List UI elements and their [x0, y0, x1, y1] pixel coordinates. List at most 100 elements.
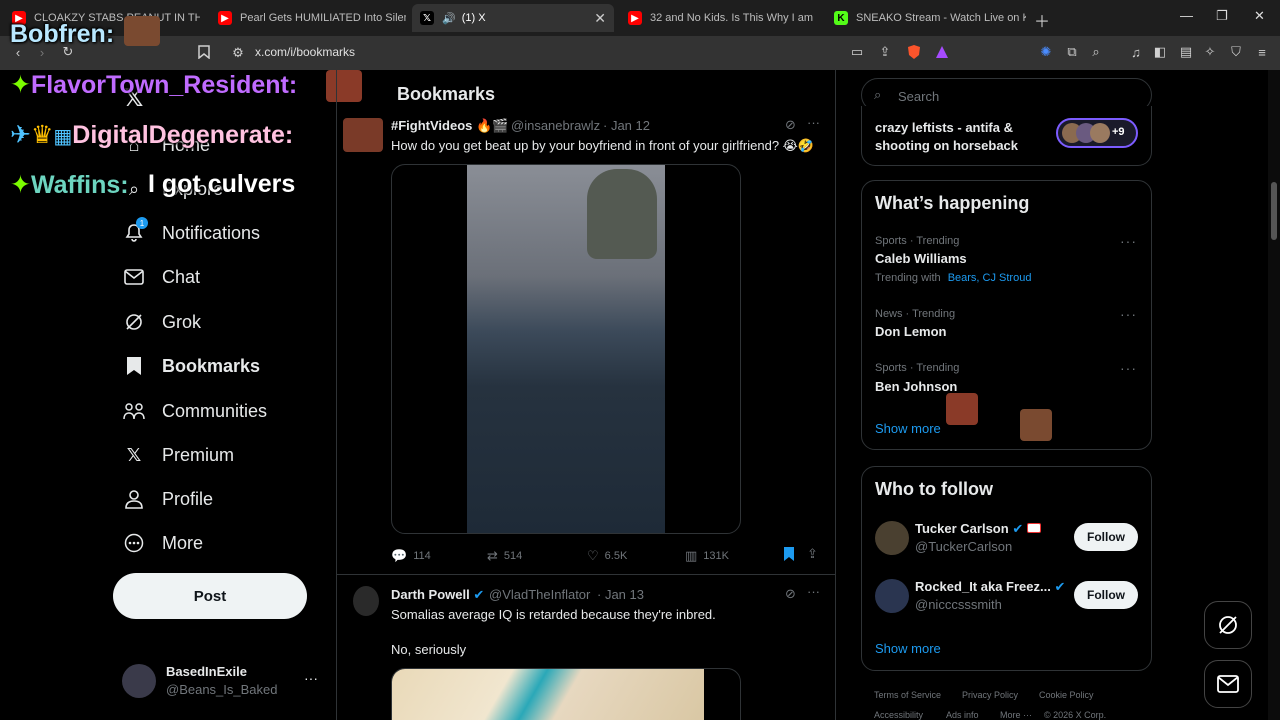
music-icon[interactable]: ♫: [1128, 44, 1144, 60]
browser-tab[interactable]: ▶ Pearl Gets HUMILIATED Into Silence: [210, 4, 406, 32]
brave-shield-icon[interactable]: [906, 44, 922, 60]
follow-button[interactable]: Follow: [1074, 581, 1138, 609]
screen-icon[interactable]: ▭: [849, 44, 865, 60]
scrollbar-thumb[interactable]: [1271, 182, 1277, 240]
bookmark-filled-icon[interactable]: [783, 546, 795, 567]
more-dots-icon[interactable]: ···: [1120, 306, 1137, 322]
nav-communities[interactable]: Communities: [122, 394, 267, 428]
nav-more[interactable]: More: [122, 526, 203, 560]
bookmark-page-icon[interactable]: [196, 44, 212, 60]
tweet-author-name[interactable]: Darth Powell ✔: [391, 587, 484, 603]
avatar: [353, 586, 379, 616]
notification-badge: 1: [136, 217, 148, 229]
footer-link[interactable]: Cookie Policy: [1039, 690, 1094, 700]
new-tab-icon[interactable]: ＋: [1034, 8, 1050, 32]
close-tab-icon[interactable]: ✕: [594, 10, 606, 27]
more-dots-icon[interactable]: ···: [304, 670, 318, 686]
post-button[interactable]: Post: [113, 573, 307, 619]
more-dots-icon[interactable]: ···: [1120, 233, 1137, 249]
chat-message: I got culvers: [148, 170, 296, 198]
share-icon[interactable]: ⇪: [807, 546, 818, 562]
nav-grok[interactable]: Grok: [122, 305, 201, 339]
verified-badge-icon: ✔: [473, 587, 485, 602]
youtube-icon: ▶: [218, 11, 232, 25]
bell-icon: 1: [122, 217, 148, 245]
verified-badge-icon: ✔: [1012, 521, 1024, 536]
avatar: [122, 664, 156, 698]
tweet-media[interactable]: [391, 668, 741, 720]
restore-icon[interactable]: ❐: [1216, 8, 1228, 24]
show-more-link[interactable]: Show more: [875, 421, 941, 436]
tweet-media[interactable]: [391, 164, 741, 534]
leo-icon[interactable]: ✧: [1202, 44, 1218, 60]
chat-username-text: DigitalDegenerate:: [72, 121, 294, 149]
tweet-date[interactable]: · Jan 13: [597, 587, 644, 602]
chat-username: Bobfren:: [10, 20, 115, 48]
whats-happening-box: What’s happening Sports · Trending ··· C…: [861, 180, 1152, 450]
footer-link[interactable]: More ···: [1000, 710, 1032, 720]
reply-button[interactable]: 💬 114: [391, 548, 431, 564]
minimize-icon[interactable]: —: [1180, 8, 1193, 23]
share-icon[interactable]: ⇪: [877, 44, 893, 60]
footer-link[interactable]: Terms of Service: [874, 690, 941, 700]
top-card[interactable]: crazy leftists - antifa & shooting on ho…: [861, 106, 1152, 166]
tweet-text: Somalias average IQ is retarded because …: [391, 607, 716, 622]
wallet-icon[interactable]: ▤: [1178, 44, 1194, 60]
author-name-text: Darth Powell: [391, 587, 470, 602]
tab-search-icon[interactable]: ⌕: [1088, 44, 1104, 60]
messages-fab[interactable]: [1204, 660, 1252, 708]
youtube-icon: ▶: [628, 11, 642, 25]
grok-icon[interactable]: ⊘: [785, 117, 796, 133]
browser-tab-active[interactable]: 𝕏 🔊 (1) X ✕: [412, 4, 614, 32]
main-timeline: Bookmarks #FightVideos 🔥🎬 @insanebrawlz …: [336, 70, 836, 720]
follow-button[interactable]: Follow: [1074, 523, 1138, 551]
tweet-date[interactable]: · Jan 12: [603, 118, 650, 133]
communities-icon: [122, 399, 146, 423]
browser-tab[interactable]: ▶ 32 and No Kids. Is This Why I am Lon: [620, 4, 816, 32]
views-button[interactable]: ▥ 131K: [685, 548, 729, 564]
menu-icon[interactable]: ≡: [1254, 44, 1270, 60]
nav-premium[interactable]: 𝕏 Premium: [122, 438, 234, 472]
show-more-link[interactable]: Show more: [875, 641, 941, 656]
tweet-author-handle[interactable]: @insanebrawlz: [511, 118, 600, 133]
more-dots-icon[interactable]: ···: [1120, 360, 1137, 376]
tweet-author-handle[interactable]: @VladTheInflator: [489, 587, 590, 602]
sidebar-icon[interactable]: ◧: [1152, 44, 1168, 60]
nav-chat[interactable]: Chat: [122, 260, 200, 294]
more-dots-icon[interactable]: ···: [807, 115, 820, 130]
brave-rewards-icon[interactable]: [934, 44, 950, 60]
vpn-icon[interactable]: ⛉: [1228, 44, 1244, 60]
chat-username: ✈♛▦DigitalDegenerate:: [10, 120, 293, 150]
grok-icon[interactable]: ⊘: [785, 586, 796, 602]
grok-fab[interactable]: [1204, 601, 1252, 649]
footer-link[interactable]: Accessibility: [874, 710, 923, 720]
account-switcher[interactable]: BasedInExile @Beans_Is_Baked ···: [122, 660, 322, 704]
repost-button[interactable]: ⇄ 514: [487, 548, 522, 564]
extension-icon[interactable]: ✺: [1038, 44, 1054, 60]
trend-links[interactable]: Bears, CJ Stroud: [948, 272, 1032, 284]
page-scrollbar[interactable]: [1268, 70, 1280, 720]
browser-tab[interactable]: K SNEAKO Stream - Watch Live on Kick: [826, 4, 1026, 32]
nav-bookmarks[interactable]: Bookmarks: [122, 349, 260, 383]
browser-tab-strip: ▶ CLOAKZY STABS PEANUT IN THE BAC ▶ Pear…: [0, 0, 1280, 36]
more-dots-icon[interactable]: ···: [807, 584, 820, 599]
nav-notifications[interactable]: 1 Notifications: [122, 216, 260, 250]
divider: [337, 574, 835, 575]
verified-badge-icon: ✔: [1054, 579, 1066, 594]
avatar-group[interactable]: +9: [1056, 118, 1138, 148]
nav-profile[interactable]: Profile: [122, 482, 213, 516]
x-premium-icon: 𝕏: [126, 444, 142, 465]
puzzle-icon[interactable]: ⧉: [1064, 44, 1080, 60]
account-handle: @Beans_Is_Baked: [166, 682, 278, 697]
views-icon: ▥: [685, 548, 698, 563]
footer-link[interactable]: Ads info: [946, 710, 979, 720]
tweet-author-name[interactable]: #FightVideos 🔥🎬: [391, 118, 508, 134]
close-window-icon[interactable]: ✕: [1254, 8, 1265, 24]
user-handle: @nicccsssmith: [915, 597, 1002, 612]
like-button[interactable]: ♡ 6.5K: [587, 548, 627, 564]
site-settings-icon[interactable]: ⚙: [230, 45, 246, 61]
repost-icon: ⇄: [487, 548, 498, 563]
footer-link[interactable]: Privacy Policy: [962, 690, 1018, 700]
nav-label: More: [162, 532, 204, 553]
trend-category: News · Trending: [875, 308, 956, 320]
